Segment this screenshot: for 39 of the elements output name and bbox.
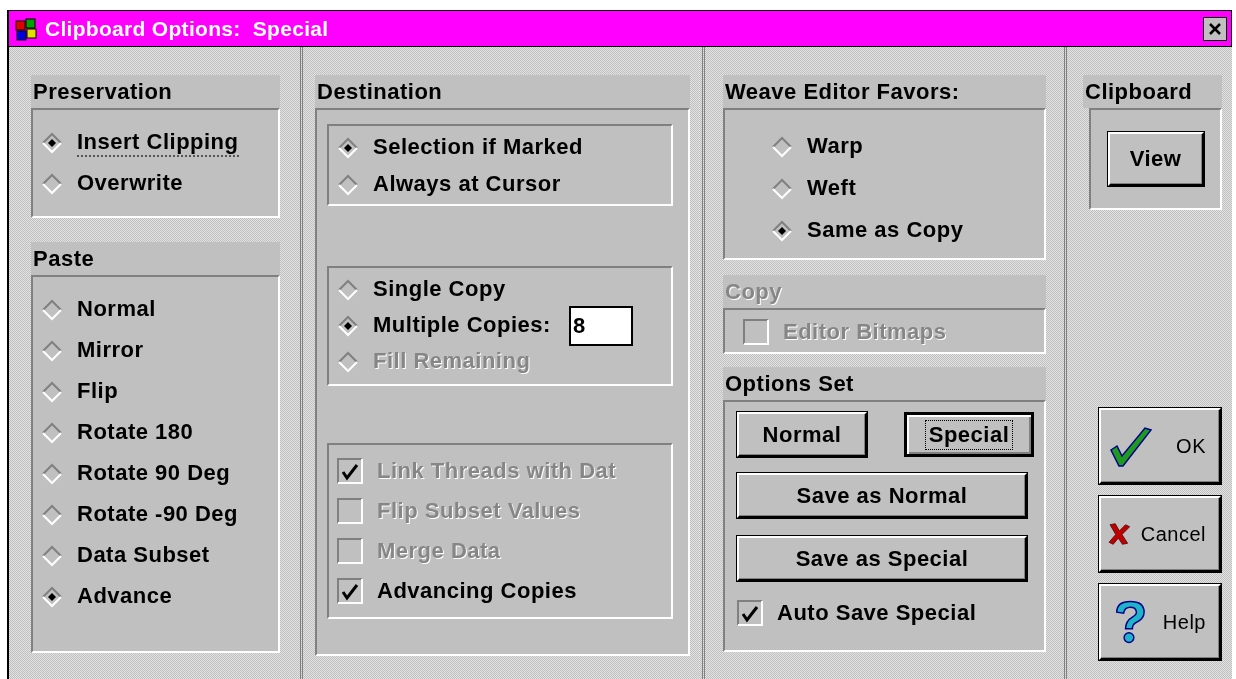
group-title: Weave Editor Favors: [723, 75, 1046, 108]
radio-option[interactable]: Selection if Marked [337, 129, 585, 166]
radio-option[interactable]: Insert Clipping [41, 122, 241, 163]
radio-option[interactable]: Data Subset [41, 535, 212, 576]
radio-option[interactable]: Overwrite [41, 163, 185, 204]
app-logo-icon [13, 15, 39, 42]
radio-option[interactable]: Single Copy [337, 272, 508, 308]
save-button[interactable]: Save as Special [737, 536, 1027, 581]
close-icon [1208, 21, 1222, 36]
radio-option[interactable]: Flip [41, 371, 121, 412]
group-title: Destination [315, 75, 690, 108]
radio-option[interactable]: Multiple Copies: 8 [337, 308, 635, 344]
copies-field[interactable]: 8 [568, 306, 633, 346]
radio-option[interactable]: Weft [771, 168, 859, 210]
help-button[interactable]: Help [1099, 584, 1221, 660]
radio-option[interactable]: Rotate -90 Deg [41, 494, 241, 535]
ok-button[interactable]: OK [1099, 408, 1221, 484]
group-title: Paste [31, 242, 280, 275]
radio-option[interactable]: Normal [41, 289, 158, 330]
group-title: Preservation [31, 75, 280, 108]
radio-option[interactable]: Always at Cursor [337, 166, 563, 203]
radio-option[interactable]: Advance [41, 576, 175, 617]
save-button[interactable]: Save as Normal [737, 473, 1027, 518]
checkbox-option[interactable]: Auto Save Special [737, 593, 979, 633]
group-title: Copy [723, 275, 1046, 308]
radio-option[interactable]: Same as Copy [771, 210, 966, 252]
radio-option[interactable]: Warp [771, 126, 866, 168]
cancel-button[interactable]: Cancel [1099, 496, 1221, 572]
radio-option[interactable]: Rotate 90 Deg [41, 453, 233, 494]
window-title: Clipboard Options: Special [45, 16, 329, 41]
checkbox-option[interactable]: Advancing Copies [337, 571, 579, 611]
radio-option[interactable]: Mirror [41, 330, 146, 371]
close-button[interactable] [1203, 16, 1227, 41]
mode-button[interactable]: Normal [737, 412, 867, 457]
group-title: Options Set [723, 367, 1046, 400]
mode-button[interactable]: Special [904, 412, 1034, 457]
radio-option[interactable]: Rotate 180 [41, 412, 196, 453]
view-button[interactable]: View [1107, 132, 1204, 186]
group-title: Clipboard [1083, 75, 1222, 108]
